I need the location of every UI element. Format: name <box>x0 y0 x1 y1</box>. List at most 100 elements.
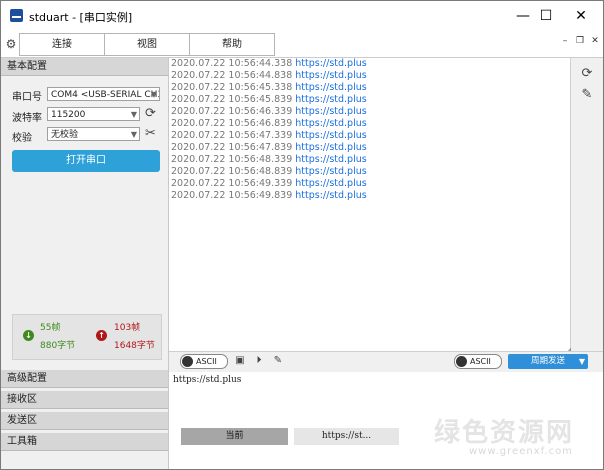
log-tools: ⟳ ✎ <box>571 58 603 351</box>
periodic-send-label: 周期发送 <box>530 356 565 366</box>
app-icon <box>10 9 23 22</box>
refresh-icon[interactable]: ⟳ <box>579 66 595 82</box>
rx-frames: 55帧 <box>40 323 61 333</box>
open-port-button[interactable]: 打开串口 <box>12 150 160 172</box>
log-timestamp: 2020.07.22 10:56:48.339 <box>171 154 293 165</box>
config-panel: 基本配置 串口号 COM4 <USB-SERIAL CH3 ▼ 波特率 1152… <box>1 58 169 469</box>
mdi-minimize-button[interactable]: – <box>559 35 571 47</box>
log-timestamp: 2020.07.22 10:56:46.839 <box>171 118 293 129</box>
mdi-close-button[interactable]: ✕ <box>589 35 601 47</box>
watermark-url: www.greenxf.com <box>469 446 573 457</box>
log-line: 2020.07.22 10:56:44.838 https://std.plus <box>169 70 570 82</box>
parity-select[interactable]: 无校验 ▼ <box>47 127 140 141</box>
log-timestamp: 2020.07.22 10:56:44.838 <box>171 70 293 81</box>
log-line: 2020.07.22 10:56:46.339 https://std.plus <box>169 106 570 118</box>
history-item-tab[interactable]: https://st... <box>294 428 399 445</box>
play-icon[interactable]: ⏵ <box>253 355 265 367</box>
chevron-down-icon: ▼ <box>130 130 137 139</box>
eraser-icon[interactable]: ✎ <box>272 355 284 367</box>
app-window: stduart - [串口实例] — ☐ ✕ ⚙ 连接 视图 帮助 – ❐ ✕ … <box>0 0 604 470</box>
tx-bytes: 1648字节 <box>114 341 155 351</box>
close-button[interactable]: ✕ <box>558 1 603 31</box>
log-url[interactable]: https://std.plus <box>295 142 366 153</box>
log-timestamp: 2020.07.22 10:56:47.339 <box>171 130 293 141</box>
log-line: 2020.07.22 10:56:46.839 https://std.plus <box>169 118 570 130</box>
log-line: 2020.07.22 10:56:47.839 https://std.plus <box>169 142 570 154</box>
port-select[interactable]: COM4 <USB-SERIAL CH3 ▼ <box>47 87 160 101</box>
io-toolbar: ASCII ▣ ⏵ ✎ ASCII 周期发送 ▼ <box>169 351 603 372</box>
log-timestamp: 2020.07.22 10:56:48.839 <box>171 166 293 177</box>
log-timestamp: 2020.07.22 10:56:46.339 <box>171 106 293 117</box>
toggle-knob <box>456 356 467 367</box>
plug-icon[interactable]: ⚙ <box>4 37 18 51</box>
tools-icon[interactable]: ✂ <box>145 127 156 141</box>
log-url[interactable]: https://std.plus <box>295 70 366 81</box>
send-area[interactable]: 绿色资源网 www.greenxf.com https://std.plus 当… <box>169 372 603 469</box>
log-line: 2020.07.22 10:56:48.839 https://std.plus <box>169 166 570 178</box>
log-url[interactable]: https://std.plus <box>295 82 366 93</box>
tx-frames: 103帧 <box>114 323 141 333</box>
toggle-knob <box>182 356 193 367</box>
receive-log[interactable]: 2020.07.22 10:56:44.338 https://std.plus… <box>169 58 571 351</box>
log-timestamp: 2020.07.22 10:56:49.839 <box>171 190 293 201</box>
log-line: 2020.07.22 10:56:45.338 https://std.plus <box>169 82 570 94</box>
menu-connect[interactable]: 连接 <box>19 33 105 56</box>
tx-arrow-icon: ↑ <box>96 330 107 341</box>
menu-help[interactable]: 帮助 <box>189 33 275 56</box>
save-icon[interactable]: ▣ <box>234 355 246 367</box>
parity-value: 无校验 <box>51 130 79 140</box>
history-current-tab[interactable]: 当前 <box>181 428 288 445</box>
rx-bytes: 880字节 <box>40 341 76 351</box>
log-url[interactable]: https://std.plus <box>295 130 366 141</box>
advanced-config-header[interactable]: 高级配置 <box>1 370 168 388</box>
port-label: 串口号 <box>12 92 42 103</box>
baud-select[interactable]: 115200 ▼ <box>47 107 140 121</box>
tx-ascii-toggle[interactable]: ASCII <box>454 354 502 369</box>
log-url[interactable]: https://std.plus <box>295 166 366 177</box>
toolbox-header[interactable]: 工具箱 <box>1 433 168 451</box>
log-line: 2020.07.22 10:56:49.839 https://std.plus <box>169 190 570 202</box>
rx-ascii-toggle[interactable]: ASCII <box>180 354 228 369</box>
send-input[interactable]: https://std.plus <box>173 375 241 385</box>
baud-label: 波特率 <box>12 113 42 124</box>
chevron-down-icon[interactable]: ▼ <box>576 354 588 369</box>
eraser-icon[interactable]: ✎ <box>579 87 595 103</box>
log-list: 2020.07.22 10:56:44.338 https://std.plus… <box>169 58 570 202</box>
stats-box: ↓ 55帧 880字节 ↑ 103帧 1648字节 <box>12 314 162 360</box>
log-url[interactable]: https://std.plus <box>295 58 366 69</box>
rx-ascii-label: ASCII <box>196 357 217 366</box>
log-timestamp: 2020.07.22 10:56:49.339 <box>171 178 293 189</box>
menu-view[interactable]: 视图 <box>104 33 190 56</box>
basic-config-header[interactable]: 基本配置 <box>1 58 168 76</box>
rx-arrow-icon: ↓ <box>23 330 34 341</box>
watermark: 绿色资源网 <box>434 418 575 448</box>
log-line: 2020.07.22 10:56:48.339 https://std.plus <box>169 154 570 166</box>
receive-area-header[interactable]: 接收区 <box>1 391 168 409</box>
log-line: 2020.07.22 10:56:47.339 https://std.plus <box>169 130 570 142</box>
baud-value: 115200 <box>51 110 86 120</box>
send-area-header[interactable]: 发送区 <box>1 412 168 430</box>
refresh-icon[interactable]: ⟳ <box>145 107 156 121</box>
parity-label: 校验 <box>12 133 32 144</box>
chevron-down-icon: ▼ <box>130 110 137 119</box>
log-line: 2020.07.22 10:56:49.339 https://std.plus <box>169 178 570 190</box>
log-url[interactable]: https://std.plus <box>295 190 366 201</box>
log-url[interactable]: https://std.plus <box>295 178 366 189</box>
log-timestamp: 2020.07.22 10:56:44.338 <box>171 58 293 69</box>
log-line: 2020.07.22 10:56:44.338 https://std.plus <box>169 58 570 70</box>
log-timestamp: 2020.07.22 10:56:47.839 <box>171 142 293 153</box>
log-line: 2020.07.22 10:56:45.839 https://std.plus <box>169 94 570 106</box>
log-url[interactable]: https://std.plus <box>295 106 366 117</box>
mdi-restore-button[interactable]: ❐ <box>574 35 586 47</box>
menu-bar: ⚙ 连接 视图 帮助 – ❐ ✕ <box>1 31 603 58</box>
title-bar: stduart - [串口实例] — ☐ ✕ <box>1 1 603 31</box>
port-value: COM4 <USB-SERIAL CH3 <box>51 90 160 100</box>
log-timestamp: 2020.07.22 10:56:45.839 <box>171 94 293 105</box>
window-title: stduart - [串口实例] <box>29 11 133 24</box>
log-url[interactable]: https://std.plus <box>295 94 366 105</box>
log-timestamp: 2020.07.22 10:56:45.338 <box>171 82 293 93</box>
log-url[interactable]: https://std.plus <box>295 118 366 129</box>
chevron-down-icon: ▼ <box>150 90 157 99</box>
log-url[interactable]: https://std.plus <box>295 154 366 165</box>
tx-ascii-label: ASCII <box>470 357 491 366</box>
